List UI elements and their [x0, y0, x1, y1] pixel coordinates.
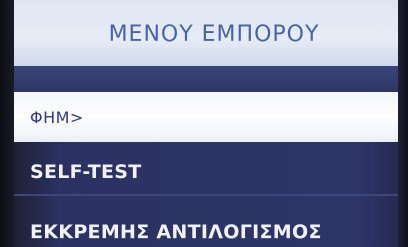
menu-header: ΜΕΝΟΥ ΕΜΠΟΡΟΥ — [14, 0, 398, 66]
screen-bezel-right — [398, 0, 408, 247]
menu-item-label: ΕΚΚΡΕΜΗΣ ΑΝΤΙΛΟΓΙΣΜΟΣ — [30, 221, 322, 243]
header-separator-band — [14, 66, 398, 92]
menu-item-self-test[interactable]: SELF-TEST — [14, 150, 398, 194]
menu-title: ΜΕΝΟΥ ΕΜΠΟΡΟΥ — [108, 21, 320, 47]
menu-divider — [14, 194, 398, 196]
screen-bezel-left — [0, 0, 14, 247]
menu-item-label: SELF-TEST — [30, 161, 142, 183]
menu-item-pending-reversal[interactable]: ΕΚΚΡΕΜΗΣ ΑΝΤΙΛΟΓΙΣΜΟΣ — [14, 210, 398, 247]
menu-item-fhm[interactable]: ΦΗΜ> — [14, 92, 398, 142]
menu-item-label: ΦΗΜ> — [30, 107, 84, 127]
device-screen: ΜΕΝΟΥ ΕΜΠΟΡΟΥ ΦΗΜ> SELF-TEST ΕΚΚΡΕΜΗΣ ΑΝ… — [0, 0, 408, 247]
